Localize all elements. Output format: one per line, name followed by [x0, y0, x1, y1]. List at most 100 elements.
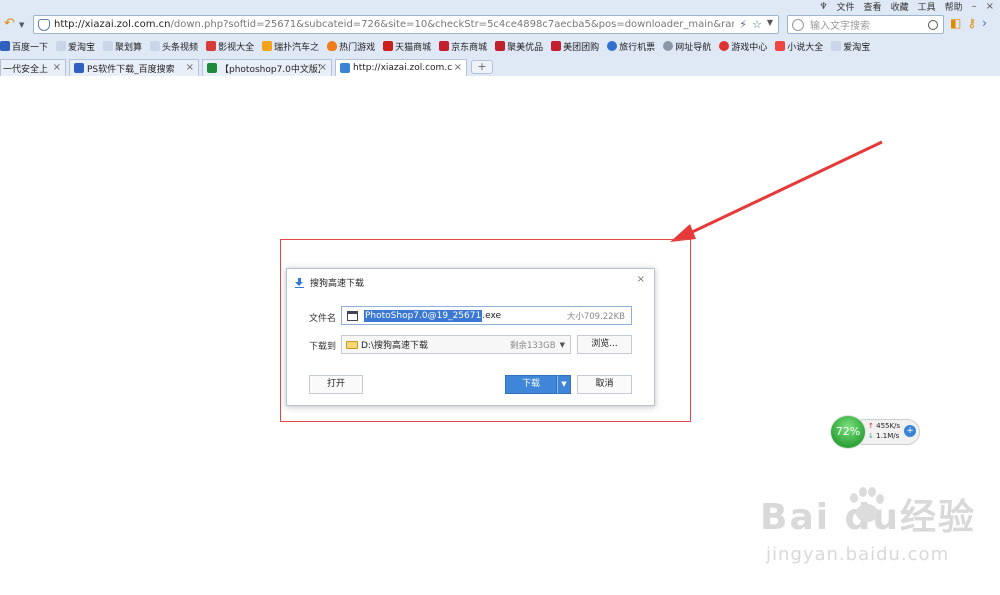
menu-skin-icon[interactable]: ♆ [819, 2, 827, 12]
paw-icon [850, 487, 884, 522]
bookmark-item[interactable]: 京东商城 [439, 40, 487, 53]
menu-help[interactable]: 帮助 [945, 0, 963, 13]
close-icon[interactable]: × [454, 62, 462, 73]
bookmark-item[interactable]: 美团团购 [551, 40, 599, 53]
arrow-up-icon: ↑ [868, 422, 874, 430]
new-tab-button[interactable]: + [471, 60, 493, 74]
lightning-icon[interactable]: ⚡ [739, 18, 747, 31]
tab-2[interactable]: PS软件下载_百度搜索 × [69, 59, 199, 76]
tab-label: http://xiazai.zol.com.cn/ [353, 63, 453, 73]
search-box[interactable]: 输入文字搜索 [787, 15, 944, 34]
download-button[interactable]: 下载 [505, 375, 557, 394]
baidu-icon [0, 41, 10, 51]
close-icon[interactable]: × [186, 62, 194, 73]
annotation-arrow [670, 140, 883, 242]
save-path-select[interactable]: D:\搜狗高速下载 剩余133GB ▼ [341, 335, 571, 354]
close-icon[interactable]: × [53, 62, 61, 73]
free-space: 剩余133GB [509, 340, 556, 351]
dialog-title: 搜狗高速下载 [310, 279, 365, 289]
close-icon[interactable]: × [319, 62, 327, 73]
menu-view[interactable]: 查看 [864, 0, 882, 13]
tab-4-active[interactable]: http://xiazai.zol.com.cn/ × [335, 59, 467, 76]
filename-selected-text: PhotoShop7.0@19_25671 [364, 309, 483, 322]
bookmark-item[interactable]: 影视大全 [206, 40, 254, 53]
search-icon[interactable] [928, 19, 938, 30]
tmall-icon [383, 41, 394, 51]
book-icon [775, 41, 786, 51]
page-icon [150, 41, 161, 51]
bookmark-item[interactable]: 网址导航 [663, 40, 711, 53]
more-icon[interactable]: › [982, 16, 987, 30]
menu-bar: ♆ 文件 查看 收藏 工具 帮助 – × [819, 0, 1000, 13]
flame-icon [327, 41, 338, 51]
menu-favorites[interactable]: 收藏 [891, 0, 909, 13]
car-icon [262, 41, 273, 51]
globe-icon [663, 41, 674, 51]
bookmark-item[interactable]: 头条视频 [150, 40, 198, 53]
jd-icon [495, 41, 506, 51]
page-icon [103, 41, 114, 51]
bookmark-item[interactable]: 聚划算 [103, 40, 142, 53]
watermark-domain: jingyan.baidu.com [766, 544, 950, 565]
bookmark-item[interactable]: 爱淘宝 [831, 40, 870, 53]
page-icon [56, 41, 67, 51]
address-bar[interactable]: http://xiazai.zol.com.cn/down.php?softid… [33, 15, 779, 34]
bookmark-item[interactable]: 游戏中心 [719, 40, 767, 53]
tab-1[interactable]: 一代安全上 × [0, 59, 66, 76]
site-icon [340, 63, 350, 73]
back-button[interactable]: ↶ ▼ [4, 16, 30, 32]
save-path-text: D:\搜狗高速下载 [361, 341, 428, 351]
cancel-button[interactable]: 取消 [577, 375, 632, 394]
bookmark-item[interactable]: 瑞扑汽车之 [262, 40, 319, 53]
star-icon[interactable]: ☆ [752, 18, 762, 31]
browser-chrome: ♆ 文件 查看 收藏 工具 帮助 – × ↶ ▼ http://xiazai.z… [0, 0, 1000, 76]
tool-key-icon[interactable]: ⚷ [967, 16, 976, 30]
url-host: http://xiazai.zol.com.cn [54, 19, 171, 30]
bookmark-item[interactable]: 热门游戏 [327, 40, 375, 53]
jd-icon [551, 41, 562, 51]
upload-speed-value: 455K/s [876, 422, 901, 430]
url-path: /down.php?softid=25671&subcateid=726&sit… [170, 19, 735, 30]
tab-label: 【photoshop7.0中文版】 [220, 64, 320, 75]
url-text[interactable]: http://xiazai.zol.com.cn/down.php?softid… [54, 19, 734, 30]
bookmark-item[interactable]: 百度一下 [0, 40, 48, 53]
chevron-down-icon[interactable]: ▼ [19, 17, 24, 33]
memory-usage-percent[interactable]: 72% [830, 415, 866, 449]
download-speed: ↓ 1.1M/s [868, 432, 899, 440]
bookmark-item[interactable]: 小说大全 [775, 40, 823, 53]
video-icon [206, 41, 217, 51]
close-window-button[interactable]: × [986, 1, 994, 12]
speed-widget[interactable]: 72% ↑ 455K/s ↓ 1.1M/s + [830, 415, 922, 449]
bookmark-item[interactable]: 爱淘宝 [56, 40, 95, 53]
search-input[interactable]: 输入文字搜索 [810, 17, 928, 32]
upload-speed: ↑ 455K/s [868, 422, 900, 430]
bookmark-item[interactable]: 聚美优品 [495, 40, 543, 53]
plane-icon [607, 41, 618, 51]
file-icon [347, 310, 358, 321]
download-icon [295, 277, 304, 288]
menu-file[interactable]: 文件 [837, 0, 855, 13]
baidu-icon [74, 63, 84, 73]
site-icon [207, 63, 217, 73]
search-engine-icon[interactable] [792, 18, 804, 31]
chevron-down-icon: ▼ [561, 380, 567, 388]
open-button[interactable]: 打开 [309, 375, 363, 394]
menu-tools[interactable]: 工具 [918, 0, 936, 13]
chevron-down-icon[interactable]: ▼ [560, 341, 565, 349]
download-dialog: 搜狗高速下载 × 文件名 PhotoShop7.0@19_25671 .exe … [286, 268, 655, 406]
filename-label: 文件名 [309, 314, 337, 324]
bookmark-item[interactable]: 天猫商城 [383, 40, 431, 53]
dialog-header: 搜狗高速下载 [295, 276, 364, 289]
minimize-button[interactable]: – [972, 1, 977, 12]
bookmark-item[interactable]: 旅行机票 [607, 40, 655, 53]
tab-3[interactable]: 【photoshop7.0中文版】 × [202, 59, 332, 76]
accelerate-plus-icon[interactable]: + [904, 425, 916, 437]
download-options-dropdown[interactable]: ▼ [557, 375, 571, 394]
page-icon [831, 41, 842, 51]
filename-field[interactable]: PhotoShop7.0@19_25671 .exe 大小709.22KB [341, 306, 632, 325]
browse-button[interactable]: 浏览... [577, 335, 632, 354]
bookmarks-bar: 百度一下 爱淘宝 聚划算 头条视频 影视大全 瑞扑汽车之 热门游戏 天猫商城 京… [0, 37, 1000, 55]
sidebar-toggle-icon[interactable]: ◧ [950, 16, 961, 30]
dialog-close-button[interactable]: × [637, 274, 645, 285]
chevron-down-icon[interactable]: ▼ [767, 18, 773, 31]
